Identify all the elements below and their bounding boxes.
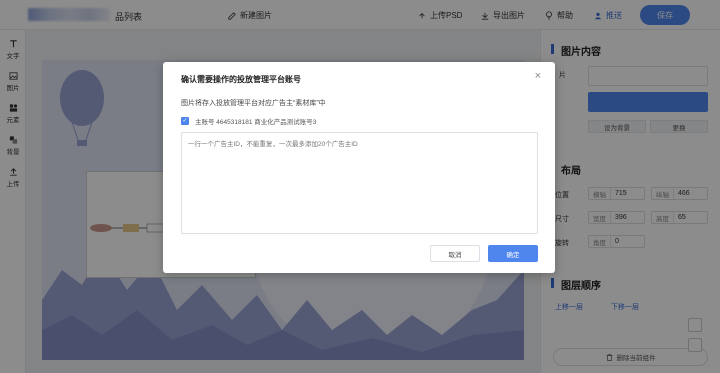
- confirm-button[interactable]: 确定: [488, 245, 538, 262]
- advertiser-id-textarea[interactable]: [181, 132, 538, 234]
- account-label: 主账号 4645318181 商业化产品测试账号3: [195, 119, 317, 126]
- account-confirm-dialog: 确认需要操作的投放管理平台账号 × 图片将存入投放管理平台对应广告主“素材库”中…: [163, 62, 555, 273]
- dialog-title: 确认需要操作的投放管理平台账号: [181, 75, 301, 84]
- checkbox-checked-icon[interactable]: ✓: [181, 117, 189, 125]
- close-icon[interactable]: ×: [535, 70, 541, 82]
- cancel-button[interactable]: 取消: [430, 245, 480, 262]
- account-checkbox-row[interactable]: ✓ 主账号 4645318181 商业化产品测试账号3: [181, 116, 316, 126]
- dialog-description: 图片将存入投放管理平台对应广告主“素材库”中: [181, 100, 326, 107]
